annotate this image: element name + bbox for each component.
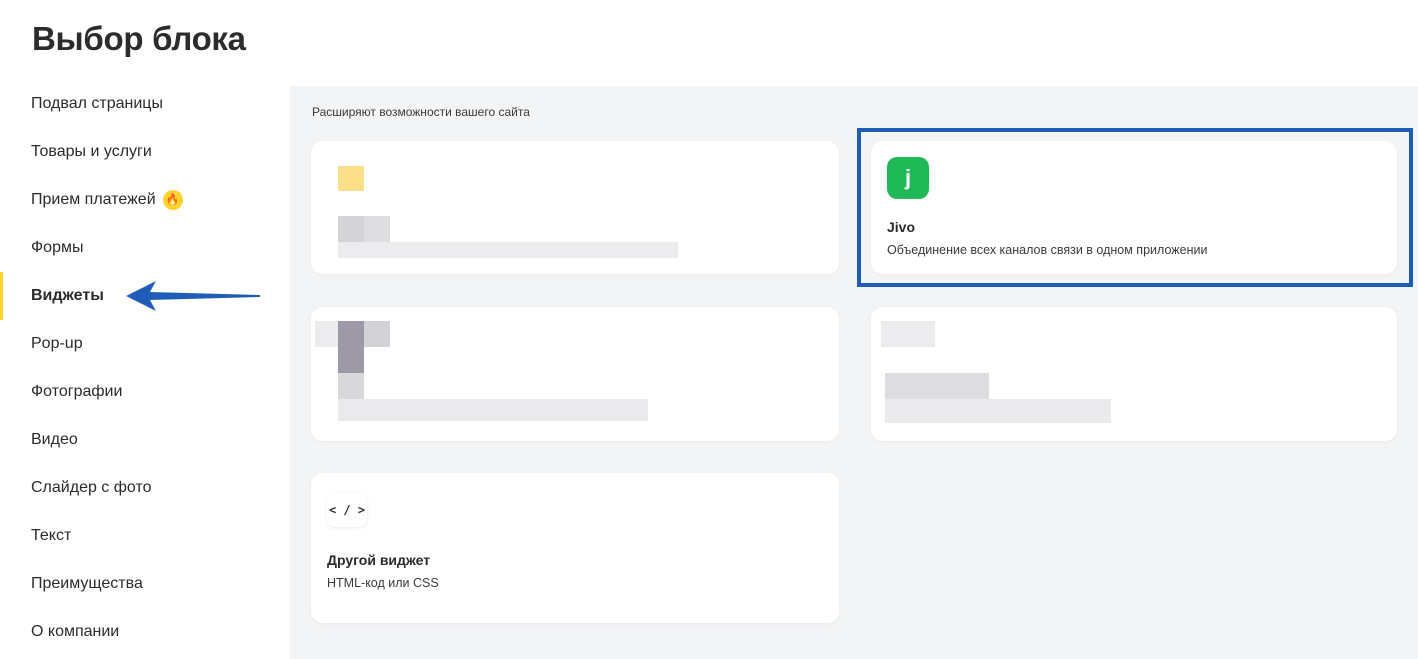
sidebar-item-products[interactable]: Товары и услуги — [0, 128, 290, 176]
blurred-content — [315, 321, 338, 347]
sidebar-item-label: Формы — [31, 239, 84, 256]
sidebar-item-text[interactable]: Текст — [0, 512, 290, 560]
jivo-logo-icon: j — [887, 157, 929, 199]
card-title: Jivo — [887, 219, 916, 235]
sidebar-item-label: Текст — [31, 527, 72, 544]
sidebar-item-popup[interactable]: Pop-up — [0, 320, 290, 368]
blurred-content — [338, 216, 364, 242]
sidebar-item-label: Товары и услуги — [31, 143, 152, 160]
fire-icon: 🔥 — [162, 190, 183, 210]
active-indicator — [0, 272, 3, 320]
widget-card-blurred[interactable] — [871, 307, 1397, 441]
widget-card-blurred[interactable] — [311, 307, 839, 441]
widget-card-custom[interactable]: < / > Другой виджет HTML-код или CSS — [311, 473, 839, 623]
widget-card-jivo[interactable]: j Jivo Объединение всех каналов связи в … — [871, 141, 1397, 274]
sidebar-item-label: О компании — [31, 623, 120, 640]
annotation-arrow — [126, 281, 260, 311]
sidebar-item-footer[interactable]: Подвал страницы — [0, 80, 290, 128]
arrow-shape — [126, 281, 260, 311]
sidebar: Подвал страницы Товары и услуги Прием пл… — [0, 86, 290, 659]
blurred-content — [364, 321, 390, 347]
sidebar-item-label: Прием платежей — [31, 191, 156, 208]
sidebar-item-payments[interactable]: Прием платежей 🔥 — [0, 176, 290, 224]
section-label: Расширяют возможности вашего сайта — [312, 105, 530, 119]
widget-card-blurred[interactable] — [311, 141, 839, 274]
sidebar-item-label: Видео — [31, 431, 78, 448]
sidebar-item-video[interactable]: Видео — [0, 416, 290, 464]
header: Выбор блока — [0, 0, 1418, 86]
code-icon: < / > — [327, 493, 367, 527]
sidebar-item-advantages[interactable]: Преимущества — [0, 560, 290, 608]
code-icon-glyph: < / > — [328, 503, 366, 517]
sidebar-item-forms[interactable]: Формы — [0, 224, 290, 272]
main-content: Расширяют возможности вашего сайта j Jiv… — [290, 86, 1418, 659]
sidebar-item-about[interactable]: О компании — [0, 608, 290, 656]
blurred-content — [885, 373, 989, 399]
sidebar-item-label: Pop-up — [31, 335, 83, 352]
sidebar-item-label: Слайдер с фото — [31, 479, 152, 496]
sidebar-item-label: Виджеты — [31, 287, 104, 304]
blurred-icon — [338, 321, 364, 373]
card-description: HTML-код или CSS — [327, 576, 439, 590]
blurred-content — [338, 399, 648, 421]
sidebar-item-photo-slider[interactable]: Слайдер с фото — [0, 464, 290, 512]
blurred-icon — [338, 166, 364, 191]
jivo-logo-glyph: j — [904, 165, 912, 190]
sidebar-item-label: Преимущества — [31, 575, 143, 592]
card-description: Объединение всех каналов связи в одном п… — [887, 243, 1208, 257]
sidebar-item-label: Фотографии — [31, 383, 123, 400]
blurred-content — [338, 373, 364, 399]
blurred-content — [885, 399, 1111, 423]
page-title: Выбор блока — [32, 20, 246, 57]
sidebar-item-label: Подвал страницы — [31, 95, 163, 112]
blurred-content — [364, 216, 390, 242]
sidebar-item-photos[interactable]: Фотографии — [0, 368, 290, 416]
blurred-content — [338, 242, 678, 258]
card-title: Другой виджет — [327, 552, 431, 568]
blurred-icon — [881, 321, 935, 347]
